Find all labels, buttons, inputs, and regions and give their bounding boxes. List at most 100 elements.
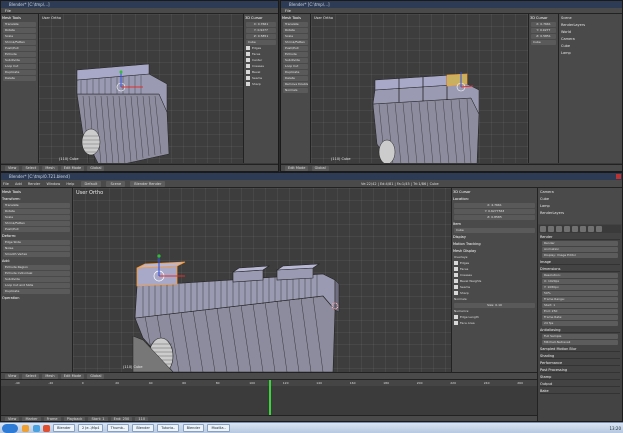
tool-item[interactable]: Duplicate	[3, 70, 36, 75]
tool-push-pull[interactable]: Push/Pull	[3, 227, 70, 232]
check-creases[interactable]: Creases	[454, 273, 535, 278]
menu-render[interactable]: Render	[28, 180, 40, 188]
tool-item[interactable]: Loop Cut	[283, 64, 308, 69]
modifier-tab-icon[interactable]	[572, 226, 578, 232]
outliner-item[interactable]: Cube	[561, 43, 620, 49]
tool-item[interactable]: Normals	[283, 88, 308, 93]
stamp-section[interactable]: Stamp	[540, 374, 620, 380]
item-name[interactable]: Cube	[246, 40, 276, 45]
taskbar-item[interactable]: Blender	[132, 424, 154, 432]
object-tab-icon[interactable]	[564, 226, 570, 232]
mode-dropdown[interactable]: Edit Mode	[60, 165, 85, 171]
menu-mesh[interactable]: Mesh	[42, 165, 58, 171]
cursor-x[interactable]: X: 4.7661	[454, 203, 535, 208]
tool-translate[interactable]: Translate	[3, 203, 70, 208]
check-faces[interactable]: Faces	[454, 267, 535, 272]
tool-item[interactable]: Push/Pull	[283, 46, 308, 51]
texture-tab-icon[interactable]	[596, 226, 602, 232]
tool-noise[interactable]: Noise	[3, 246, 70, 251]
menu-file[interactable]: File	[285, 9, 291, 13]
mode-dropdown[interactable]: Edit Mode	[285, 165, 309, 171]
layout-dropdown[interactable]: Default	[80, 181, 102, 187]
outliner-item[interactable]: RenderLayers	[540, 210, 620, 216]
check-bevel[interactable]: Bevel	[246, 70, 276, 75]
filter-dropdown[interactable]: Mitchell-Netravali	[542, 340, 618, 345]
display-header[interactable]: Display	[453, 235, 536, 240]
tool-duplicate[interactable]: Duplicate	[3, 289, 70, 294]
antialiasing-section[interactable]: Antialiasing	[540, 327, 620, 333]
outliner-item[interactable]: Lamp	[561, 50, 620, 56]
tool-item[interactable]: Loop Cut	[3, 64, 36, 69]
tool-scale[interactable]: Scale	[3, 215, 70, 220]
viewport-3d[interactable]: User Ortho (110) Cube	[39, 14, 245, 163]
quick-launch-icon[interactable]	[42, 425, 50, 432]
tool-item[interactable]: Delete	[3, 76, 36, 81]
frame-rate-dropdown[interactable]: 24 fps	[542, 321, 618, 326]
timeline-marker-menu[interactable]: Marker	[22, 416, 41, 421]
tool-item[interactable]: Translate	[3, 22, 36, 27]
check-edge-length[interactable]: Edge Length	[454, 315, 535, 320]
close-icon[interactable]	[616, 174, 621, 179]
check-center[interactable]: Center	[246, 58, 276, 63]
menu-view[interactable]: View	[5, 165, 20, 171]
taskbar-item[interactable]: Thumb..	[106, 424, 130, 432]
outliner-item[interactable]: Scene	[561, 15, 620, 21]
mesh-display-header[interactable]: Mesh Display	[453, 249, 536, 254]
scene-dropdown[interactable]: Scene	[106, 181, 126, 187]
start-button[interactable]	[2, 424, 18, 433]
tool-item[interactable]: Scale	[283, 34, 308, 39]
timeline-frame-menu[interactable]: Frame	[43, 416, 61, 421]
outliner-item[interactable]: RenderLayers	[561, 22, 620, 28]
menu-select[interactable]: Select	[22, 373, 40, 379]
check-seams[interactable]: Seams	[454, 285, 535, 290]
check-sharp[interactable]: Sharp	[246, 82, 276, 87]
cursor-x[interactable]: X: 0.7661	[246, 22, 276, 27]
animation-button[interactable]: Animation	[542, 247, 618, 252]
render-tab-icon[interactable]	[540, 226, 546, 232]
tool-item[interactable]: Subdivide	[283, 58, 308, 63]
check-bevel-weights[interactable]: Bevel Weights	[454, 279, 535, 284]
orientation-dropdown[interactable]: Global	[87, 373, 105, 379]
cursor-y[interactable]: Y: 0.6277563	[454, 209, 535, 214]
motion-tracking-header[interactable]: Motion Tracking	[453, 242, 536, 247]
menu-add[interactable]: Add	[15, 180, 22, 188]
check-seams[interactable]: Seams	[246, 76, 276, 81]
shading-section[interactable]: Shading	[540, 353, 620, 359]
tool-item[interactable]: Shrink/Fatten	[283, 40, 308, 45]
material-tab-icon[interactable]	[588, 226, 594, 232]
operation-panel-header[interactable]: Operation	[2, 296, 71, 301]
start-frame-field[interactable]: Start: 1	[88, 416, 108, 421]
mode-dropdown[interactable]: Edit Mode	[60, 373, 85, 379]
outliner-item[interactable]: Lamp	[540, 203, 620, 209]
menu-file[interactable]: File	[3, 180, 9, 188]
menu-help[interactable]: Help	[66, 180, 74, 188]
3d-cursor-header[interactable]: 3D Cursor	[453, 190, 536, 195]
check-edges[interactable]: Edges	[246, 46, 276, 51]
render-section[interactable]: Render	[540, 234, 620, 240]
timeline[interactable]: -40 -20 0 20 40 60 80 100 120 140 160 180 200 220 240 2…	[1, 379, 537, 421]
cursor-y[interactable]: Y: 0.9277	[531, 28, 556, 33]
tool-shrink-fatten[interactable]: Shrink/Fatten	[3, 221, 70, 226]
tool-item[interactable]: Duplicate	[283, 70, 308, 75]
bake-section[interactable]: Bake	[540, 388, 620, 394]
tool-item[interactable]: Translate	[283, 22, 308, 27]
image-section[interactable]: Image	[540, 259, 620, 265]
orientation-dropdown[interactable]: Global	[87, 165, 105, 171]
cursor-y[interactable]: Y: 0.9277	[246, 28, 276, 33]
menu-mesh[interactable]: Mesh	[42, 373, 58, 379]
check-face-area[interactable]: Face Area	[454, 321, 535, 326]
display-dropdown[interactable]: Display: Image Editor	[542, 253, 618, 258]
timeline-playback-menu[interactable]: Playback	[63, 416, 86, 421]
menu-window[interactable]: Window	[46, 180, 60, 188]
resolution-percent[interactable]: 50%	[542, 291, 618, 296]
taskbar-item[interactable]: Mozilla..	[207, 424, 230, 432]
tool-item[interactable]: Subdivide	[3, 58, 36, 63]
quick-launch-icon[interactable]	[22, 425, 30, 432]
tool-item[interactable]: Extrude	[283, 52, 308, 57]
world-tab-icon[interactable]	[556, 226, 562, 232]
quick-launch-icon[interactable]	[32, 425, 40, 432]
cursor-x[interactable]: X: 0.7661	[531, 22, 556, 27]
check-edges[interactable]: Edges	[454, 261, 535, 266]
tool-item[interactable]: Rotate	[3, 28, 36, 33]
tool-extrude-region[interactable]: Extrude Region	[3, 265, 70, 270]
